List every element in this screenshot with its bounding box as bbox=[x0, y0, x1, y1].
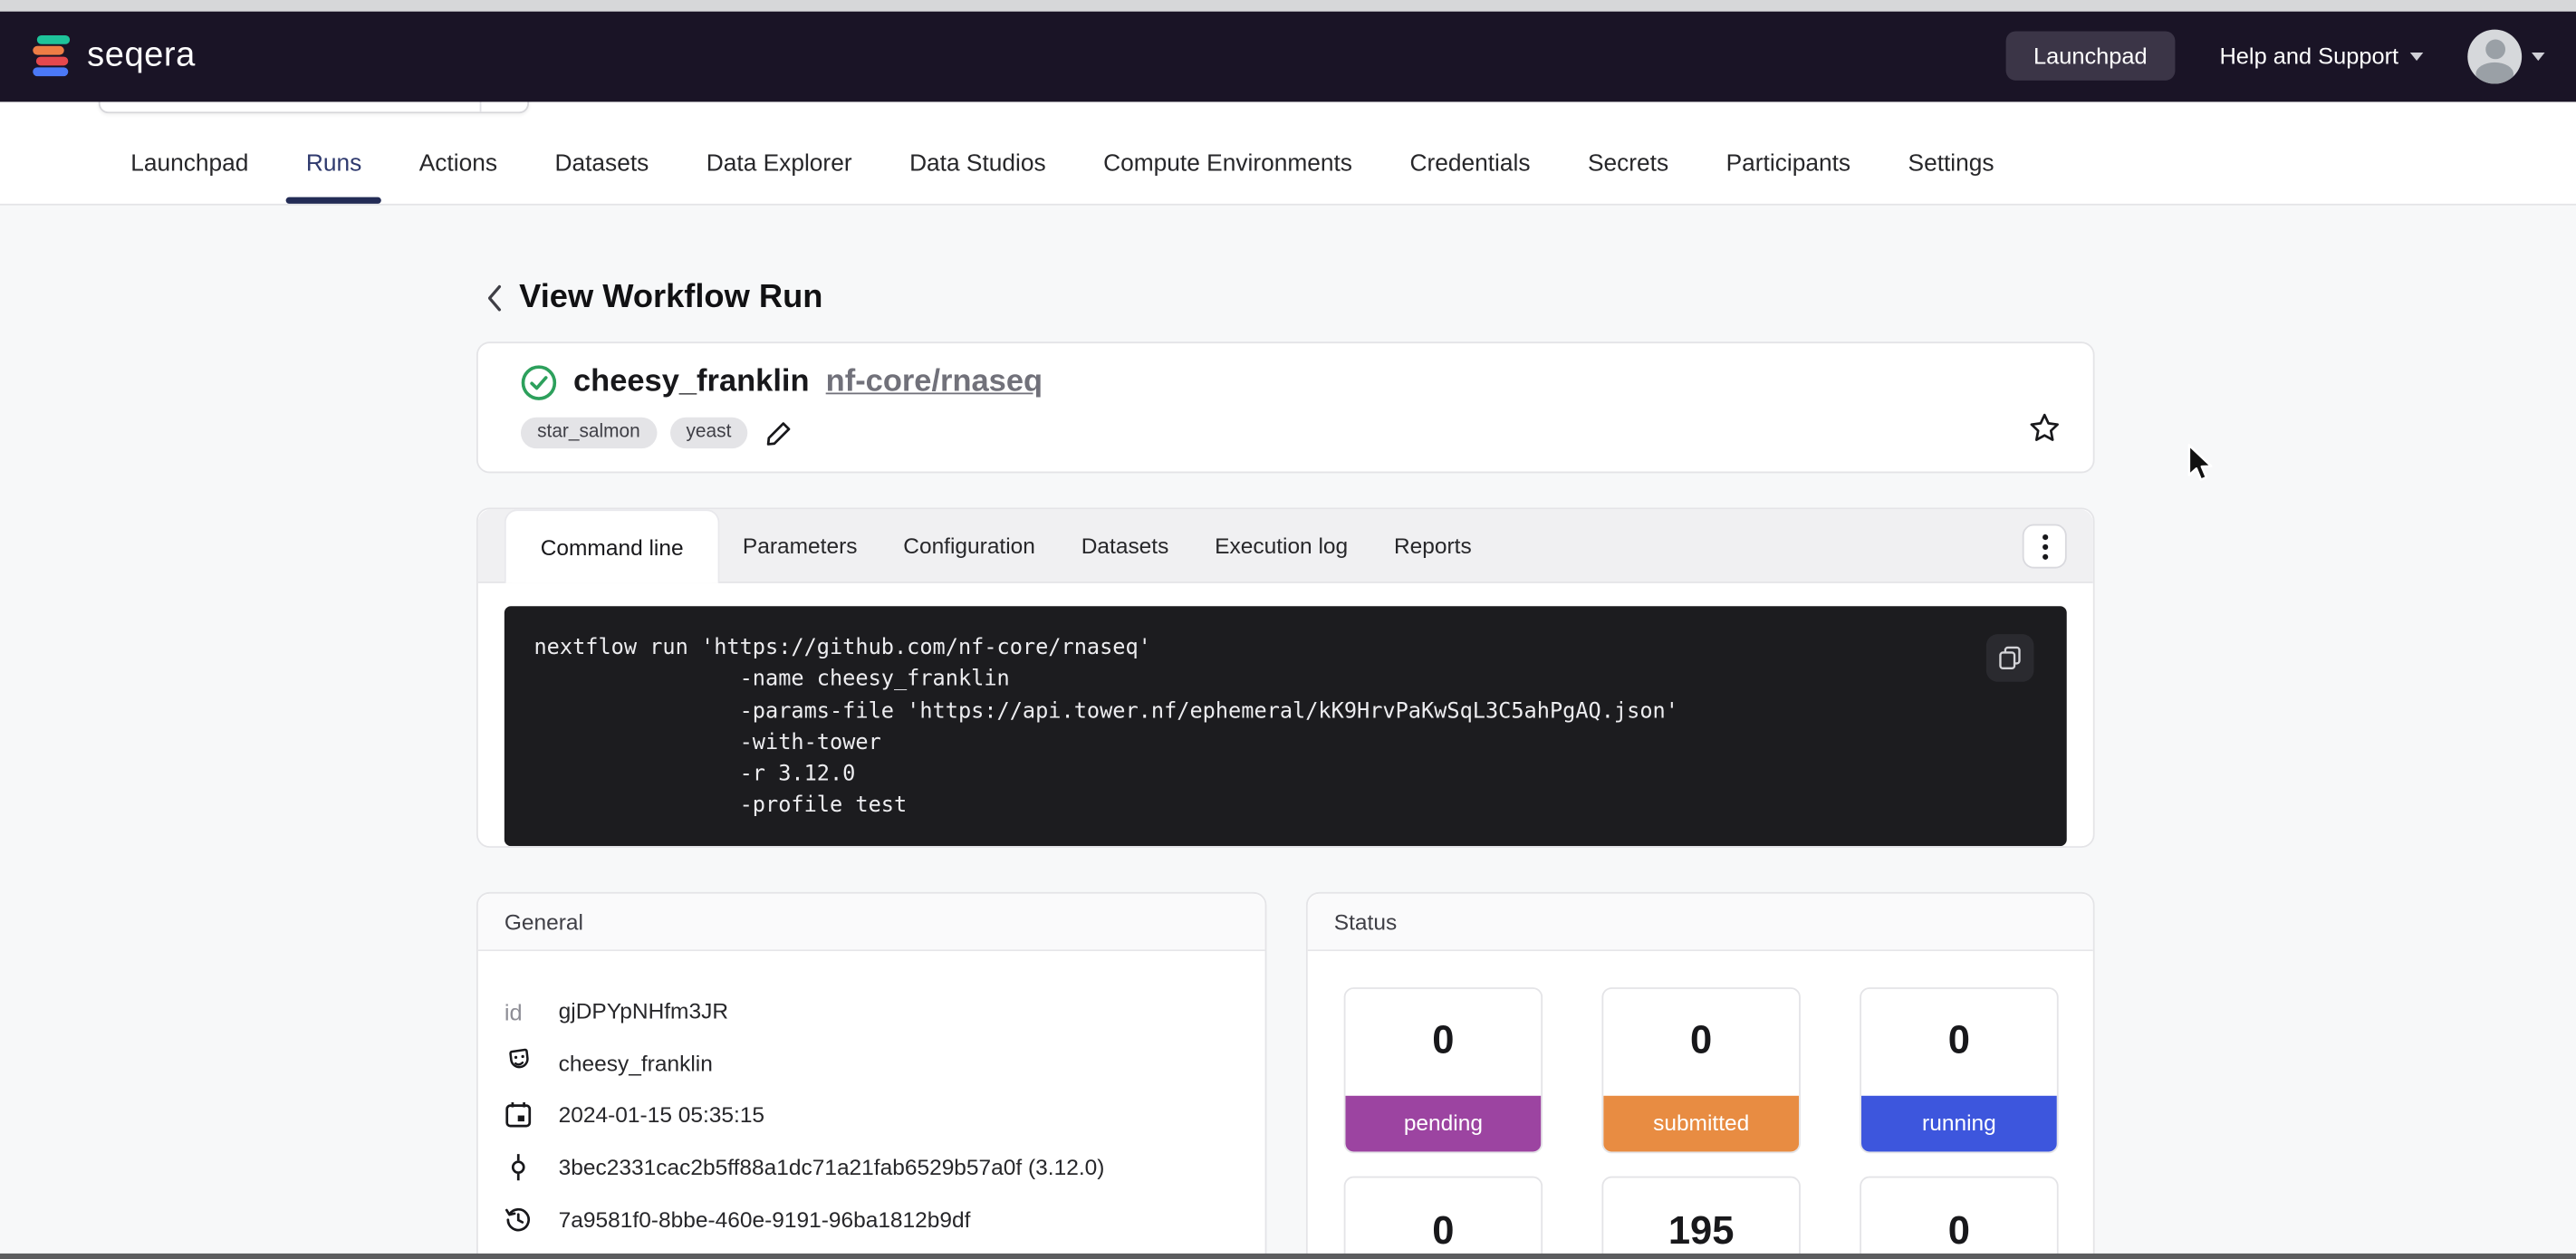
run-name-masks-icon bbox=[505, 1049, 534, 1079]
tab-configuration[interactable]: Configuration bbox=[880, 509, 1058, 581]
status-tile-submitted: 0 submitted bbox=[1601, 987, 1800, 1153]
run-label-pill[interactable]: star_salmon bbox=[521, 418, 657, 448]
submitted-count: 0 bbox=[1603, 989, 1799, 1095]
command-line-block: nextflow run 'https://github.com/nf-core… bbox=[505, 606, 2067, 846]
seqera-logo-icon bbox=[31, 34, 72, 79]
nav-tab-actions[interactable]: Actions bbox=[412, 151, 504, 204]
tab-datasets[interactable]: Datasets bbox=[1058, 509, 1191, 581]
page-header: View Workflow Run bbox=[486, 279, 2576, 317]
run-name: cheesy_franklin bbox=[573, 365, 810, 401]
status-tile: 0 bbox=[1344, 1177, 1543, 1259]
general-section: General id gjDPYpNHfm3JR bbox=[476, 892, 1266, 1259]
avatar bbox=[2467, 29, 2522, 83]
tab-command-line[interactable]: Command line bbox=[505, 509, 720, 583]
status-count: 0 bbox=[1861, 1177, 2057, 1259]
status-count: 0 bbox=[1345, 1177, 1541, 1259]
chevron-left-icon bbox=[486, 284, 503, 312]
tab-reports[interactable]: Reports bbox=[1371, 509, 1495, 581]
chevron-down-icon bbox=[2410, 53, 2424, 61]
status-count: 195 bbox=[1603, 1177, 1799, 1259]
session-history-icon bbox=[505, 1206, 533, 1234]
copy-command-button[interactable] bbox=[1986, 634, 2034, 682]
running-label: running bbox=[1861, 1095, 2057, 1151]
run-name-value: cheesy_franklin bbox=[559, 1052, 713, 1076]
workspace-nav: Launchpad Runs Actions Datasets Data Exp… bbox=[0, 101, 2576, 206]
detail-tabs: Command line Parameters Configuration Da… bbox=[478, 509, 2093, 583]
general-row-run-name: cheesy_franklin bbox=[505, 1038, 1239, 1090]
run-detail-card: Command line Parameters Configuration Da… bbox=[476, 507, 2095, 847]
nav-tab-settings[interactable]: Settings bbox=[1901, 151, 2001, 204]
page-title: View Workflow Run bbox=[519, 279, 822, 317]
general-row-commit: 3bec2331cac2b5ff88a1dc71a21fab6529b57a0f… bbox=[505, 1141, 1239, 1193]
help-support-label: Help and Support bbox=[2219, 43, 2398, 70]
status-section: Status 0 pending 0 submitted 0 bbox=[1306, 892, 2095, 1259]
pencil-icon bbox=[765, 419, 792, 446]
more-options-button[interactable] bbox=[2023, 524, 2067, 569]
seqera-logo[interactable]: seqera bbox=[31, 34, 195, 79]
general-row-date: 2024-01-15 05:35:15 bbox=[505, 1090, 1239, 1141]
bottom-edge-strip bbox=[0, 1254, 2576, 1259]
tab-execution-log[interactable]: Execution log bbox=[1192, 509, 1371, 581]
run-label-pill[interactable]: yeast bbox=[669, 418, 747, 448]
command-line-text: nextflow run 'https://github.com/nf-core… bbox=[533, 632, 2066, 822]
status-tile: 195 bbox=[1601, 1177, 1800, 1259]
back-button[interactable] bbox=[486, 284, 503, 312]
star-run-button[interactable] bbox=[2029, 412, 2060, 452]
status-section-header: Status bbox=[1308, 894, 2093, 951]
star-icon bbox=[2029, 412, 2060, 443]
run-date-value: 2024-01-15 05:35:15 bbox=[559, 1103, 764, 1128]
run-id-value: gjDPYpNHfm3JR bbox=[559, 999, 728, 1024]
session-id-value: 7a9581f0-8bbe-460e-9191-96ba1812b9df bbox=[559, 1207, 971, 1232]
launchpad-button[interactable]: Launchpad bbox=[2005, 32, 2175, 81]
status-tile-running: 0 running bbox=[1860, 987, 2058, 1153]
id-label: id bbox=[505, 998, 523, 1024]
nav-tab-participants[interactable]: Participants bbox=[1719, 151, 1857, 204]
git-commit-icon bbox=[505, 1153, 533, 1181]
browser-chrome-strip bbox=[0, 0, 2576, 12]
top-navbar: seqera Launchpad Help and Support bbox=[0, 12, 2576, 101]
pending-count: 0 bbox=[1345, 989, 1541, 1095]
nav-tab-launchpad[interactable]: Launchpad bbox=[124, 151, 255, 204]
nav-tab-data-studios[interactable]: Data Studios bbox=[903, 151, 1053, 204]
tab-parameters[interactable]: Parameters bbox=[720, 509, 880, 581]
help-support-menu[interactable]: Help and Support bbox=[2219, 43, 2423, 70]
running-count: 0 bbox=[1861, 989, 2057, 1095]
success-check-icon bbox=[521, 365, 557, 401]
submitted-label: submitted bbox=[1603, 1095, 1799, 1151]
app-screen: seqera Launchpad Help and Support Launch… bbox=[0, 0, 2576, 1259]
nav-tab-compute-environments[interactable]: Compute Environments bbox=[1097, 151, 1359, 204]
nav-tab-datasets[interactable]: Datasets bbox=[548, 151, 655, 204]
mouse-cursor bbox=[2187, 444, 2216, 495]
general-section-header: General bbox=[478, 894, 1265, 951]
pending-label: pending bbox=[1345, 1095, 1541, 1151]
kebab-menu-icon bbox=[2042, 533, 2048, 560]
chevron-down-icon bbox=[2532, 53, 2545, 61]
run-overview-card: cheesy_franklin nf-core/rnaseq star_salm… bbox=[476, 341, 2095, 473]
nav-tab-secrets[interactable]: Secrets bbox=[1581, 151, 1676, 204]
brand-name: seqera bbox=[87, 36, 196, 76]
pipeline-link[interactable]: nf-core/rnaseq bbox=[826, 365, 1043, 401]
calendar-icon bbox=[505, 1101, 533, 1129]
nav-tab-credentials[interactable]: Credentials bbox=[1403, 151, 1537, 204]
commit-value: 3bec2331cac2b5ff88a1dc71a21fab6529b57a0f… bbox=[559, 1155, 1105, 1179]
general-row-id: id gjDPYpNHfm3JR bbox=[505, 985, 1239, 1037]
status-tile: 0 bbox=[1860, 1177, 2058, 1259]
user-menu[interactable] bbox=[2467, 29, 2544, 83]
copy-icon bbox=[1998, 646, 2023, 670]
general-row-session: 7a9581f0-8bbe-460e-9191-96ba1812b9df bbox=[505, 1193, 1239, 1245]
status-tile-pending: 0 pending bbox=[1344, 987, 1543, 1153]
nav-tab-runs[interactable]: Runs bbox=[300, 151, 369, 204]
nav-tab-data-explorer[interactable]: Data Explorer bbox=[700, 151, 859, 204]
edit-labels-button[interactable] bbox=[765, 419, 792, 446]
